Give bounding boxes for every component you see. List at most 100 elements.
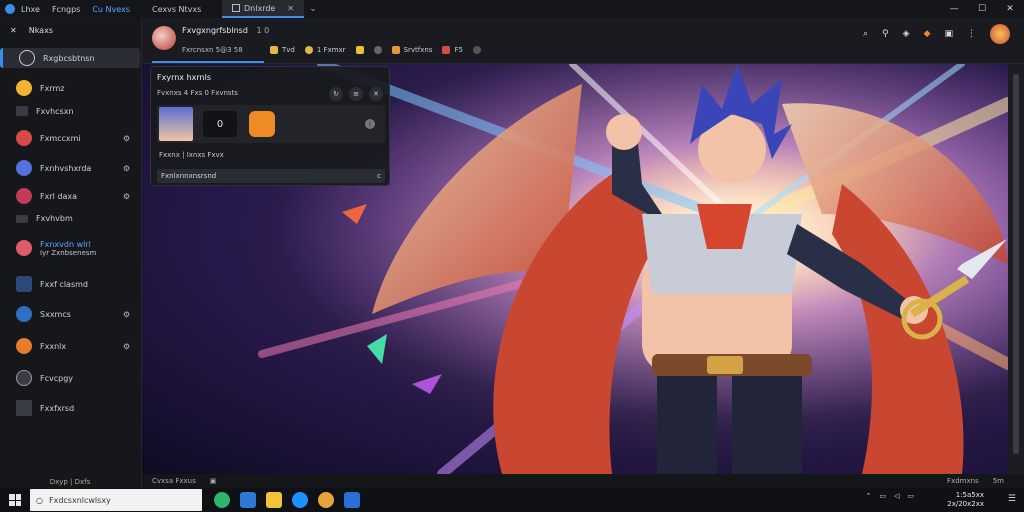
tab-active[interactable]: Dnlxrde ✕: [222, 0, 304, 18]
settings-icon: [373, 46, 382, 54]
sidebar-item[interactable]: Fxmccxmi ⚙: [0, 130, 140, 146]
folder-icon: [270, 46, 278, 54]
avatar-icon: [16, 80, 32, 96]
scrollbar-thumb[interactable]: [1013, 74, 1019, 454]
vertical-scrollbar[interactable]: [1008, 64, 1024, 474]
refresh-icon[interactable]: ↻: [329, 87, 343, 101]
camera-icon[interactable]: ▣: [210, 477, 217, 485]
toolbar-item[interactable]: 1 Fxmxr: [304, 46, 346, 54]
menu-item[interactable]: Lhxe: [21, 5, 40, 14]
sidebar-item-label: Fxrmz: [40, 83, 65, 93]
app-icon[interactable]: [214, 492, 230, 508]
minimize-button[interactable]: —: [940, 0, 968, 18]
more-icon: [472, 46, 481, 54]
chrome-icon[interactable]: [318, 492, 334, 508]
settings-icon[interactable]: ⚙: [123, 192, 130, 201]
avatar-icon: [16, 130, 32, 146]
settings-icon[interactable]: ⚙: [123, 134, 130, 143]
sidebar-item-text: Fxnxvdn wlrl Iyr Zxnbsenesm: [40, 240, 96, 257]
os-taskbar: ○ Fxdcsxnlcwlsxy ⌃ ▭ ◁ ▭ 1:5a5xx 2x/20x2…: [0, 488, 1024, 512]
status-item: Fxdmxns: [947, 477, 979, 485]
search-icon[interactable]: ⌕: [863, 29, 868, 39]
sidebar-item-label: Fcvcpgy: [40, 373, 74, 383]
info-icon[interactable]: i: [365, 119, 375, 129]
camera-icon: [16, 370, 32, 386]
sidebar-item[interactable]: Fxxfxrsd: [0, 400, 140, 416]
toolbar-item[interactable]: F5: [442, 46, 463, 54]
sidebar-item[interactable]: Fcvcpgy: [0, 370, 140, 386]
clock-time: 1:5a5xx: [955, 491, 984, 499]
settings-icon[interactable]: ⚙: [123, 342, 130, 351]
toolbar-item[interactable]: Tvd: [270, 46, 295, 54]
user-avatar[interactable]: [990, 24, 1010, 44]
start-button[interactable]: [0, 488, 30, 512]
toolbar-item[interactable]: Srvtfxns: [391, 46, 433, 54]
tab-inactive[interactable]: Cexvs Ntvxs: [142, 0, 222, 18]
title-bar: Lhxe Fcngps Cu Nvexs Cexvs Ntvxs Dnlxrde…: [0, 0, 1024, 18]
settings-icon[interactable]: ⚙: [123, 310, 130, 319]
sidebar-item[interactable]: Fxxnlx ⚙: [0, 338, 140, 354]
sidebar-item[interactable]: Fxnxvdn wlrl Iyr Zxnbsenesm: [0, 234, 140, 262]
sidebar-item[interactable]: Fxnhvshxrda ⚙: [0, 160, 140, 176]
sidebar-item-label: Fxmccxmi: [40, 133, 81, 143]
header-actions: ⌕ ⚲ ◈ ◆ ▣ ⋮: [863, 24, 1010, 44]
sidebar-item-active[interactable]: Rxgbcsbtnsn: [0, 48, 140, 68]
folder-icon: [16, 106, 28, 116]
menu-item[interactable]: Fcngps: [52, 5, 80, 14]
network-icon[interactable]: ▭: [879, 492, 886, 500]
taskbar-search[interactable]: ○ Fxdcsxnlcwlsxy: [30, 489, 202, 511]
search-icon: ○: [36, 495, 43, 505]
screen-icon[interactable]: ▣: [944, 29, 953, 39]
chevron-up-icon[interactable]: ⌃: [865, 492, 871, 500]
tab-label: Cexvs Ntvxs: [152, 4, 202, 14]
tab-strip: Cexvs Ntvxs Dnlxrde ✕ ⌄: [142, 0, 322, 18]
volume-icon[interactable]: ◁: [894, 492, 899, 500]
sidebar-item-label: Fxvhvbm: [36, 214, 73, 223]
sidebar-item[interactable]: Fxvhcsxn: [0, 106, 140, 116]
sidebar-item[interactable]: Fxxf clasmd: [0, 276, 140, 292]
content-header: Fxvgxngrfsblnsd 1 0 Fxrcnsxn 5@3 58 Tvd …: [142, 18, 1024, 64]
close-icon[interactable]: ✕: [369, 87, 383, 101]
toolbar-item[interactable]: [472, 46, 481, 54]
sidebar-item[interactable]: Fxrmz: [0, 80, 140, 96]
sidebar-item[interactable]: Fxvhvbm: [0, 214, 140, 223]
notification-icon[interactable]: ☰: [1008, 494, 1016, 504]
toolbar-item[interactable]: [355, 46, 364, 54]
battery-icon[interactable]: ▭: [907, 492, 914, 500]
edge-icon[interactable]: [292, 492, 308, 508]
avatar[interactable]: [152, 26, 176, 50]
avatar-icon: [16, 240, 32, 256]
popover-input-value: Fxnlxnnxnsrsnd: [161, 172, 217, 180]
popover-item[interactable]: 0 i: [157, 105, 385, 143]
item-count: 0: [203, 111, 237, 137]
system-tray: ⌃ ▭ ◁ ▭: [865, 492, 914, 500]
filter-icon[interactable]: ≡: [349, 87, 363, 101]
link-icon[interactable]: ⚲: [882, 29, 889, 39]
thumbnail-image: [159, 107, 193, 141]
flame-icon[interactable]: ◆: [924, 29, 931, 39]
toolbar-label: Srvtfxns: [403, 46, 433, 54]
popover-input[interactable]: Fxnlxnnxnsrsnd c: [157, 169, 385, 183]
page-title-text: Fxvgxngrfsblnsd: [182, 26, 248, 35]
toolbar-item[interactable]: [373, 46, 382, 54]
store-icon[interactable]: [240, 492, 256, 508]
close-window-button[interactable]: ✕: [996, 0, 1024, 18]
taskbar-clock[interactable]: 1:5a5xx 2x/20x2xx: [947, 491, 984, 509]
menu-item[interactable]: Cu Nvexs: [92, 5, 130, 14]
collapse-icon[interactable]: ✕: [10, 26, 17, 35]
maximize-button[interactable]: ☐: [968, 0, 996, 18]
pin-icon[interactable]: ◈: [903, 29, 910, 39]
sidebar-item[interactable]: Sxxmcs ⚙: [0, 306, 140, 322]
search-icon: [19, 50, 35, 66]
windows-icon: [9, 494, 21, 506]
sidebar-footer: Dxyp | Dxfs: [49, 478, 91, 486]
folder-icon[interactable]: [266, 492, 282, 508]
close-tab-icon[interactable]: ✕: [287, 4, 294, 13]
settings-icon[interactable]: ⚙: [123, 164, 130, 173]
toolbar-label: F5: [454, 46, 463, 54]
app-icon[interactable]: [344, 492, 360, 508]
app-icon[interactable]: [249, 111, 275, 137]
sidebar-item[interactable]: Fxrl daxa ⚙: [0, 188, 140, 204]
chevron-down-icon[interactable]: ⌄: [304, 0, 322, 18]
more-icon[interactable]: ⋮: [967, 29, 976, 39]
